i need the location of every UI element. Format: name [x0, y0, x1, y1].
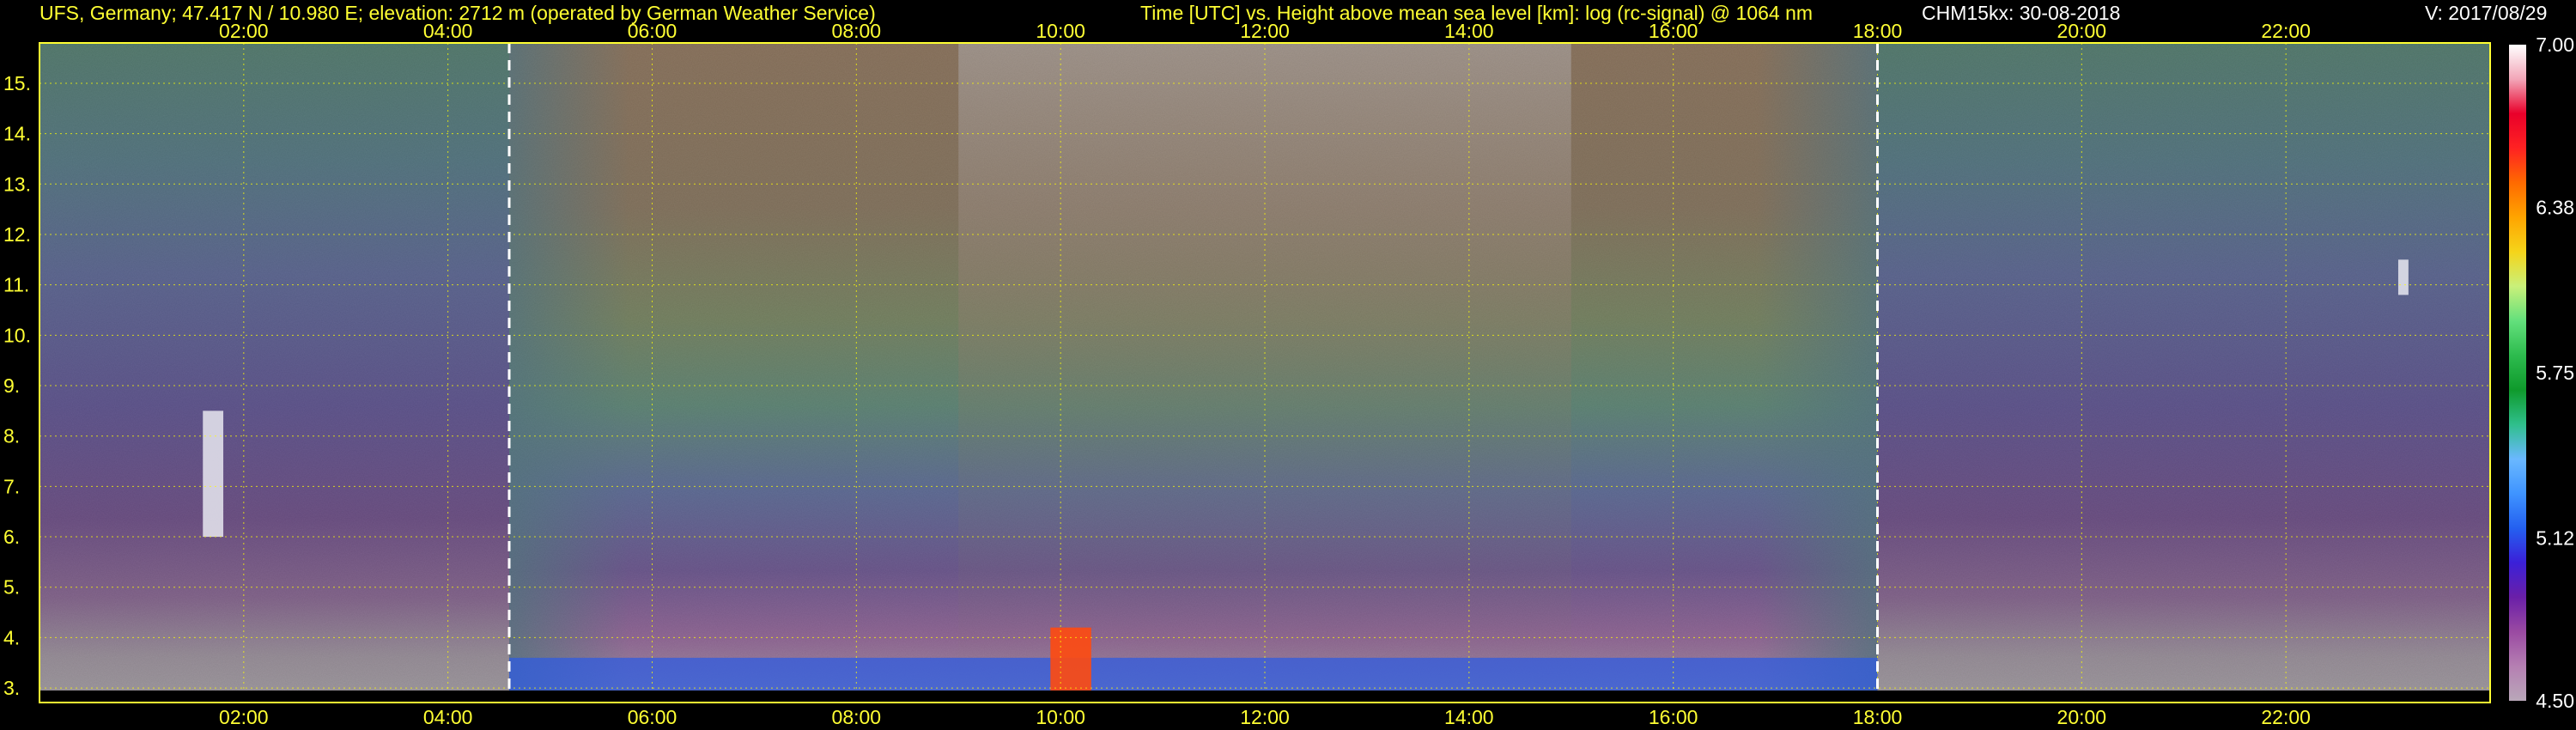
x-tick-label-bottom: 16:00	[1649, 706, 1698, 728]
feature-convective-plume	[1050, 627, 1091, 691]
colorbar-tick-label: 5.12	[2536, 527, 2574, 550]
x-tick-labels-bottom: 02:00 04:00 06:00 08:00 10:00 12:00 14:00 16:00…	[219, 706, 2311, 728]
y-tick-label: 10.	[3, 324, 31, 346]
y-tick-label: 6.	[3, 526, 20, 548]
feature-boundary-layer-aerosol	[509, 657, 1878, 691]
x-tick-label-bottom: 12:00	[1240, 706, 1290, 728]
plot-area	[39, 43, 2490, 703]
chart-title: Time [UTC] vs. Height above mean sea lev…	[1140, 2, 1814, 24]
y-tick-label: 12.	[3, 223, 31, 246]
y-tick-label: 9.	[3, 374, 20, 397]
colorbar-tick-label: 4.50	[2536, 690, 2574, 712]
y-tick-label: 5.	[3, 576, 20, 599]
x-tick-label-bottom: 22:00	[2261, 706, 2311, 728]
ground-band	[39, 690, 2490, 703]
colorbar-tick-label: 6.38	[2536, 196, 2574, 218]
y-tick-label: 13.	[3, 173, 31, 195]
y-tick-label: 11.	[3, 274, 29, 296]
colorbar-tick-labels: 7.00 6.38 5.75 5.12 4.50	[2536, 33, 2574, 712]
x-tick-label-bottom: 02:00	[219, 706, 269, 728]
x-tick-label-bottom: 20:00	[2057, 706, 2107, 728]
colorbar-scale	[2509, 45, 2526, 701]
colorbar-tick-label: 5.75	[2536, 362, 2574, 384]
colorbar-tick-label: 7.00	[2536, 33, 2574, 56]
ceilometer-chart: 02:00 04:00 06:00 08:00 10:00 12:00 14:00 16:00…	[3, 20, 2574, 728]
y-tick-label: 7.	[3, 475, 20, 497]
y-tick-label: 3.	[3, 677, 20, 699]
x-tick-label-bottom: 08:00	[832, 706, 882, 728]
instrument-date: CHM15kx: 30-08-2018	[1922, 2, 2121, 24]
version-label: V: 2017/08/29	[2425, 2, 2548, 24]
x-tick-label-bottom: 14:00	[1444, 706, 1494, 728]
colorbar: 7.00 6.38 5.75 5.12 4.50	[2509, 33, 2574, 712]
header-bar: UFS, Germany; 47.417 N / 10.980 E; eleva…	[0, 0, 2576, 26]
station-info: UFS, Germany; 47.417 N / 10.980 E; eleva…	[39, 2, 876, 24]
y-tick-label: 8.	[3, 425, 20, 447]
x-tick-label-bottom: 06:00	[628, 706, 677, 728]
feature-cloud	[2397, 259, 2409, 295]
x-tick-label-bottom: 04:00	[423, 706, 473, 728]
x-tick-label-bottom: 18:00	[1853, 706, 1903, 728]
x-tick-label-bottom: 10:00	[1036, 706, 1085, 728]
feature-cloud	[203, 411, 224, 538]
y-tick-labels: 3. 4. 5. 6. 7. 8. 9. 10. 11. 12. 13. 14. 15.	[3, 72, 31, 699]
y-tick-label: 4.	[3, 626, 20, 648]
y-tick-label: 14.	[3, 123, 31, 145]
y-tick-label: 15.	[3, 72, 31, 94]
